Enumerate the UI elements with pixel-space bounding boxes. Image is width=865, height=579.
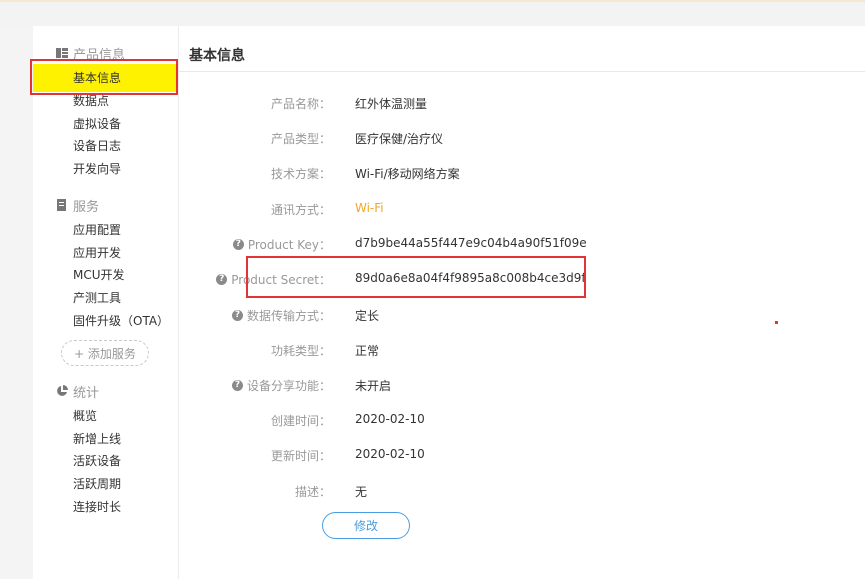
field-value: Wi-Fi bbox=[355, 201, 384, 215]
sidebar-item-test-tool[interactable]: 产测工具 bbox=[73, 289, 121, 307]
field-label: 功耗类型： bbox=[270, 344, 331, 358]
pie-chart-icon bbox=[55, 384, 69, 398]
sidebar-item-datapoints[interactable]: 数据点 bbox=[73, 92, 109, 110]
sidebar-item-app-config[interactable]: 应用配置 bbox=[73, 221, 121, 239]
sidebar-item-ota[interactable]: 固件升级（OTA） bbox=[73, 312, 169, 330]
field-label: 产品类型： bbox=[270, 132, 331, 146]
sidebar: 产品信息 基本信息 数据点 虚拟设备 设备日志 开发向导 服务 应用配置 应用开… bbox=[33, 26, 179, 579]
sidebar-section-title: 统计 bbox=[73, 385, 100, 401]
field-product-key: ? Product Key： d7b9be44a55f447e9c04b4a90… bbox=[179, 236, 865, 256]
sidebar-item-device-log[interactable]: 设备日志 bbox=[73, 137, 121, 155]
grid-chart-icon bbox=[55, 46, 69, 60]
field-label: 描述： bbox=[294, 485, 331, 499]
field-value: 89d0a6e8a04f4f9895a8c008b4ce3d9f bbox=[355, 271, 586, 285]
field-value: 定长 bbox=[355, 309, 380, 323]
field-product-secret: ? Product Secret： 89d0a6e8a04f4f9895a8c0… bbox=[179, 271, 865, 291]
field-label: Product Secret： bbox=[231, 273, 331, 287]
edit-button[interactable]: 修改 bbox=[322, 512, 410, 539]
sidebar-item-connect-duration[interactable]: 连接时长 bbox=[73, 498, 121, 516]
sidebar-item-basic-info[interactable]: 基本信息 bbox=[33, 64, 176, 92]
sidebar-section-product: 产品信息 bbox=[55, 44, 126, 63]
field-label: 创建时间： bbox=[270, 414, 331, 428]
field-product-name: 产品名称： 红外体温测量 bbox=[179, 95, 865, 115]
document-icon bbox=[55, 198, 69, 212]
field-value: 正常 bbox=[355, 344, 380, 358]
sidebar-item-overview[interactable]: 概览 bbox=[73, 407, 97, 425]
help-icon[interactable]: ? bbox=[232, 239, 244, 250]
field-data-transfer: ? 数据传输方式： 定长 bbox=[179, 307, 865, 327]
help-icon[interactable]: ? bbox=[216, 274, 228, 285]
sidebar-item-virtual-device[interactable]: 虚拟设备 bbox=[73, 115, 121, 133]
sidebar-section-service: 服务 bbox=[55, 196, 100, 215]
field-value: 医疗保健/治疗仪 bbox=[355, 132, 444, 146]
field-label: 设备分享功能： bbox=[246, 379, 331, 393]
field-label-wrap: ? Product Key： bbox=[232, 236, 331, 253]
field-device-sharing: ? 设备分享功能： 未开启 bbox=[179, 377, 865, 397]
field-label: 技术方案： bbox=[270, 167, 331, 181]
field-label: 更新时间： bbox=[270, 449, 331, 463]
field-created-time: 创建时间： 2020-02-10 bbox=[179, 412, 865, 432]
page-title: 基本信息 bbox=[189, 48, 245, 64]
sidebar-item-app-dev[interactable]: 应用开发 bbox=[73, 244, 121, 262]
sidebar-item-dev-guide[interactable]: 开发向导 bbox=[73, 160, 121, 178]
field-label: 产品名称： bbox=[270, 97, 331, 111]
main-panel: 基本信息 产品名称： 红外体温测量 产品类型： 医疗保健/治疗仪 技术方案： W… bbox=[179, 26, 865, 579]
field-value: 未开启 bbox=[355, 379, 392, 393]
field-label-wrap: ? Product Secret： bbox=[216, 271, 331, 288]
sidebar-item-new-online[interactable]: 新增上线 bbox=[73, 430, 121, 448]
sidebar-item-active-period[interactable]: 活跃周期 bbox=[73, 475, 121, 493]
field-description: 描述： 无 bbox=[179, 483, 865, 503]
field-power-type: 功耗类型： 正常 bbox=[179, 342, 865, 362]
field-label-wrap: ? 设备分享功能： bbox=[231, 377, 331, 394]
sidebar-section-stats: 统计 bbox=[55, 382, 100, 401]
help-icon[interactable]: ? bbox=[231, 310, 243, 321]
field-label: 数据传输方式： bbox=[246, 309, 331, 323]
field-updated-time: 更新时间： 2020-02-10 bbox=[179, 447, 865, 467]
sidebar-section-title: 服务 bbox=[73, 199, 100, 215]
field-value: 2020-02-10 bbox=[355, 447, 425, 461]
field-communication: 通讯方式： Wi-Fi bbox=[179, 201, 865, 221]
field-product-type: 产品类型： 医疗保健/治疗仪 bbox=[179, 130, 865, 150]
divider bbox=[179, 71, 865, 72]
top-bar bbox=[0, 0, 865, 28]
add-service-button[interactable]: + 添加服务 bbox=[61, 340, 149, 366]
sidebar-section-title: 产品信息 bbox=[73, 47, 126, 63]
field-label: 通讯方式： bbox=[270, 203, 331, 217]
field-value: d7b9be44a55f447e9c04b4a90f51f09e bbox=[355, 236, 587, 250]
field-value: Wi-Fi/移动网络方案 bbox=[355, 167, 460, 181]
help-icon[interactable]: ? bbox=[231, 380, 243, 391]
field-value: 红外体温测量 bbox=[355, 97, 428, 111]
field-tech-solution: 技术方案： Wi-Fi/移动网络方案 bbox=[179, 165, 865, 185]
marker-dot bbox=[775, 321, 778, 324]
sidebar-item-mcu-dev[interactable]: MCU开发 bbox=[73, 266, 125, 284]
field-label-wrap: ? 数据传输方式： bbox=[231, 307, 331, 324]
field-value: 2020-02-10 bbox=[355, 412, 425, 426]
sidebar-item-active-devices[interactable]: 活跃设备 bbox=[73, 452, 121, 470]
field-value: 无 bbox=[355, 485, 368, 499]
field-label: Product Key： bbox=[247, 238, 331, 252]
